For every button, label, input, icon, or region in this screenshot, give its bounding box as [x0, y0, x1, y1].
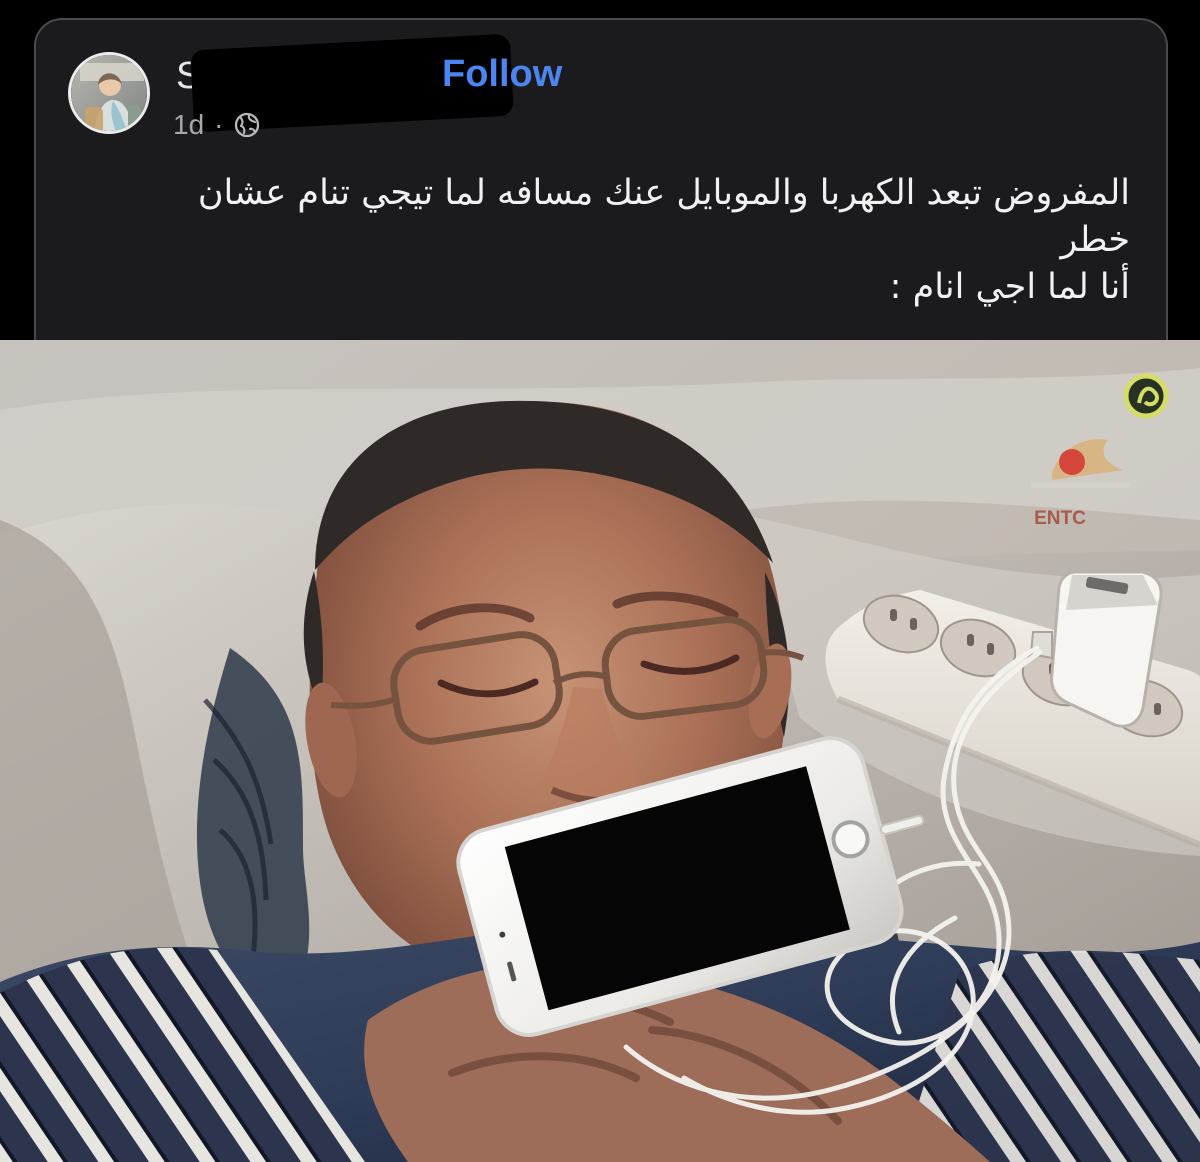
post-time[interactable]: 1d	[173, 110, 204, 140]
post-text: المفروض تبعد الكهربا والموبايل عنك مسافه…	[120, 170, 1130, 311]
avatar[interactable]	[68, 52, 150, 134]
globe-icon	[235, 112, 260, 138]
post-meta: 1d ·	[173, 110, 261, 140]
watermark-text: ENTC	[1034, 508, 1086, 529]
avatar-image	[71, 55, 147, 131]
follow-button[interactable]: Follow	[442, 52, 562, 96]
post-text-line: المفروض تبعد الكهربا والموبايل عنك مسافه…	[197, 173, 1130, 213]
post-text-line: خطر	[1060, 220, 1130, 260]
meme-image[interactable]: ENTC	[0, 340, 1200, 1162]
post-header: S Follow 1d ·	[68, 33, 1158, 152]
social-post: S Follow 1d · المفروض تبعد الكهربا والمو…	[0, 0, 1200, 1162]
channel-logo	[1123, 373, 1169, 419]
meta-separator: ·	[214, 109, 224, 140]
post-text-line: أنا لما اجي انام :	[889, 267, 1130, 307]
